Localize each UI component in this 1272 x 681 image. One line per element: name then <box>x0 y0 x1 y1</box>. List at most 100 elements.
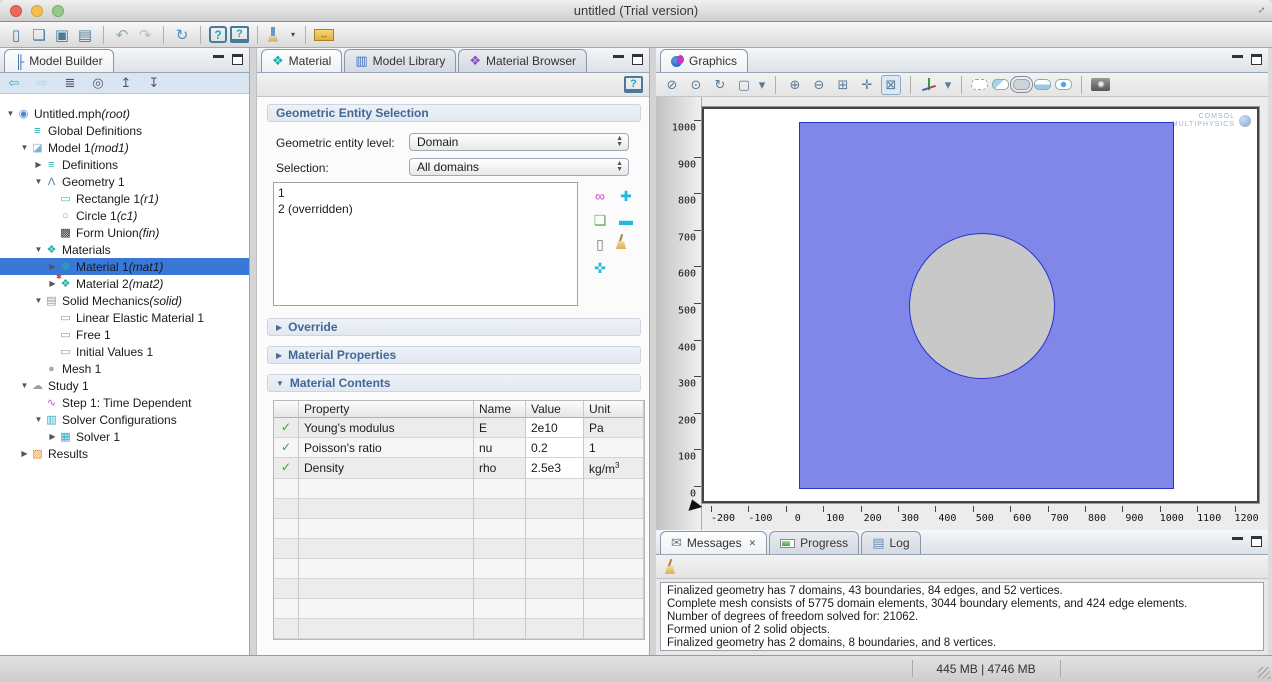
collapse-arrow-icon[interactable]: ▶ <box>276 323 282 332</box>
tree-item-global-definitions[interactable]: ≡Global Definitions <box>0 122 249 139</box>
view-options-icon[interactable]: ▢ <box>734 75 754 95</box>
tree-item-rectangle-1[interactable]: ▭Rectangle 1 (r1) <box>0 190 249 207</box>
expand-arrow-icon[interactable]: ▼ <box>5 109 16 118</box>
clear-messages-icon[interactable] <box>662 559 682 574</box>
maximize-view-icon[interactable] <box>632 54 643 65</box>
resize-grip[interactable] <box>1258 667 1270 679</box>
show-filter-icon[interactable]: ◎ <box>88 74 108 92</box>
help-icon[interactable]: ? <box>209 26 227 43</box>
zoom-fit-icon[interactable]: ⊠ <box>881 75 901 95</box>
tree-item-materials[interactable]: ▼❖Materials <box>0 241 249 258</box>
add-to-selection-icon[interactable]: ✚ <box>613 186 639 206</box>
tree-item-step-1-time-dependent[interactable]: ∿Step 1: Time Dependent <box>0 394 249 411</box>
table-empty-row[interactable] <box>274 539 644 559</box>
zoom-in-icon[interactable]: ⊕ <box>785 75 805 95</box>
geometric-entity-level-select[interactable]: Domain ▲▼ <box>409 133 629 151</box>
expand-arrow-icon[interactable]: ▼ <box>19 143 30 152</box>
table-empty-row[interactable] <box>274 619 644 639</box>
selection-list-item[interactable]: 1 <box>278 185 573 201</box>
section-material-contents[interactable]: ▼ Material Contents <box>267 374 641 392</box>
print-icon[interactable]: ▤ <box>75 25 95 45</box>
new-file-icon[interactable]: ▯ <box>6 25 26 45</box>
tree-item-untitled-mph[interactable]: ▼◉Untitled.mph (root) <box>0 105 249 122</box>
tree-item-initial-values-1[interactable]: ▭Initial Values 1 <box>0 343 249 360</box>
tree-item-definitions[interactable]: ▶≡Definitions <box>0 156 249 173</box>
collapse-arrow-icon[interactable]: ▶ <box>47 432 58 441</box>
tab-graphics[interactable]: Graphics <box>660 49 748 72</box>
geometry-circle[interactable] <box>909 233 1055 379</box>
collapse-arrow-icon[interactable]: ▶ <box>33 160 44 169</box>
minimize-view-icon[interactable] <box>1232 536 1243 540</box>
tree-item-solid-mechanics[interactable]: ▼▤Solid Mechanics (solid) <box>0 292 249 309</box>
close-tab-icon[interactable]: ✕ <box>749 538 757 549</box>
minimize-view-icon[interactable] <box>1232 54 1243 58</box>
brush-dropdown-icon[interactable]: ▾ <box>289 25 297 45</box>
table-row[interactable]: ✓Young's modulusE2e10Pa <box>274 418 644 438</box>
zoom-to-selection-icon[interactable]: ✜ <box>587 258 613 278</box>
selection-list-item[interactable]: 2 (overridden) <box>278 201 573 217</box>
minimize-view-icon[interactable] <box>613 54 624 58</box>
messages-log[interactable]: Finalized geometry has 7 domains, 43 bou… <box>660 582 1264 651</box>
domain-selection-list[interactable]: 12 (overridden) <box>273 182 578 306</box>
table-row[interactable]: ✓Densityrho2.5e3kg/m3 <box>274 458 644 479</box>
tree-item-study-1[interactable]: ▼☁Study 1 <box>0 377 249 394</box>
tree-item-form-union[interactable]: ▩Form Union (fin) <box>0 224 249 241</box>
expand-arrow-icon[interactable]: ▼ <box>33 415 44 424</box>
hide-objects-icon[interactable]: ⊘ <box>662 75 682 95</box>
copy-selection-icon[interactable]: ❏ <box>587 210 613 230</box>
material-appearance-brush-icon[interactable] <box>266 27 286 43</box>
zoom-extents-icon[interactable]: ✛ <box>857 75 877 95</box>
collapse-all-icon[interactable]: ≣ <box>60 74 80 92</box>
show-objects-icon[interactable]: ⊙ <box>686 75 706 95</box>
tree-item-linear-elastic-material-1[interactable]: ▭Linear Elastic Material 1 <box>0 309 249 326</box>
tree-item-results[interactable]: ▶▧Results <box>0 445 249 462</box>
tree-item-model-1[interactable]: ▼◪Model 1 (mod1) <box>0 139 249 156</box>
tab-log[interactable]: ▤ Log <box>861 531 920 554</box>
expand-arrow-icon[interactable]: ▼ <box>19 381 30 390</box>
maximize-view-icon[interactable] <box>1251 54 1262 65</box>
table-row[interactable]: ✓Poisson's rationu0.21 <box>274 438 644 458</box>
table-empty-row[interactable] <box>274 599 644 619</box>
axis-orientation-dropdown-icon[interactable]: ▾ <box>944 75 952 95</box>
collapse-arrow-icon[interactable]: ▶ <box>47 262 58 271</box>
tree-item-free-1[interactable]: ▭Free 1 <box>0 326 249 343</box>
section-override[interactable]: ▶ Override <box>267 318 641 336</box>
paste-selection-icon[interactable]: ▯ <box>587 234 613 254</box>
expand-arrow-icon[interactable]: ▼ <box>33 296 44 305</box>
forward-icon[interactable]: ⇨ <box>32 74 52 92</box>
tree-item-solver-configurations[interactable]: ▼▥Solver Configurations <box>0 411 249 428</box>
expand-arrow-icon[interactable]: ▼ <box>276 379 284 388</box>
tree-item-mesh-1[interactable]: ●Mesh 1 <box>0 360 249 377</box>
zoom-out-icon[interactable]: ⊖ <box>809 75 829 95</box>
select-box-mode-icon[interactable] <box>971 79 988 90</box>
create-selection-link-icon[interactable]: ∞ <box>587 186 613 206</box>
snapshot-icon[interactable] <box>1091 78 1110 91</box>
undo-icon[interactable]: ↶ <box>112 25 132 45</box>
move-up-icon[interactable]: ↥ <box>116 74 136 92</box>
remove-from-selection-icon[interactable]: ▬ <box>613 210 639 230</box>
redo-icon[interactable]: ↷ <box>135 25 155 45</box>
table-empty-row[interactable] <box>274 479 644 499</box>
selection-select[interactable]: All domains ▲▼ <box>409 158 629 176</box>
tree-item-material-1[interactable]: ▶❖Material 1 (mat1) <box>0 258 249 275</box>
select-points-mode-icon[interactable] <box>1055 79 1072 90</box>
open-file-icon[interactable]: ❏ <box>29 25 49 45</box>
tab-material-browser[interactable]: ❖ Material Browser <box>458 49 587 72</box>
sync-icon[interactable]: ↻ <box>172 25 192 45</box>
maximize-view-icon[interactable] <box>1251 536 1262 547</box>
axis-orientation-icon[interactable] <box>920 77 940 93</box>
refresh-view-icon[interactable]: ↻ <box>710 75 730 95</box>
clear-selection-icon[interactable] <box>613 234 633 249</box>
tab-messages[interactable]: ✉ Messages ✕ <box>660 531 767 554</box>
tab-model-library[interactable]: ▥ Model Library <box>344 49 456 72</box>
tree-item-circle-1[interactable]: ○Circle 1 (c1) <box>0 207 249 224</box>
expand-arrow-icon[interactable]: ▼ <box>33 245 44 254</box>
expand-arrow-icon[interactable]: ▼ <box>33 177 44 186</box>
save-file-icon[interactable]: ▣ <box>52 25 72 45</box>
select-boundaries-mode-icon[interactable] <box>1034 79 1051 90</box>
tab-progress[interactable]: Progress <box>769 531 859 554</box>
tree-item-material-2[interactable]: ▶❖✱Material 2 (mat2) <box>0 275 249 292</box>
tab-material[interactable]: ❖ Material <box>261 49 342 72</box>
tree-item-solver-1[interactable]: ▶▦Solver 1 <box>0 428 249 445</box>
settings-help-icon[interactable]: ? <box>624 76 643 93</box>
